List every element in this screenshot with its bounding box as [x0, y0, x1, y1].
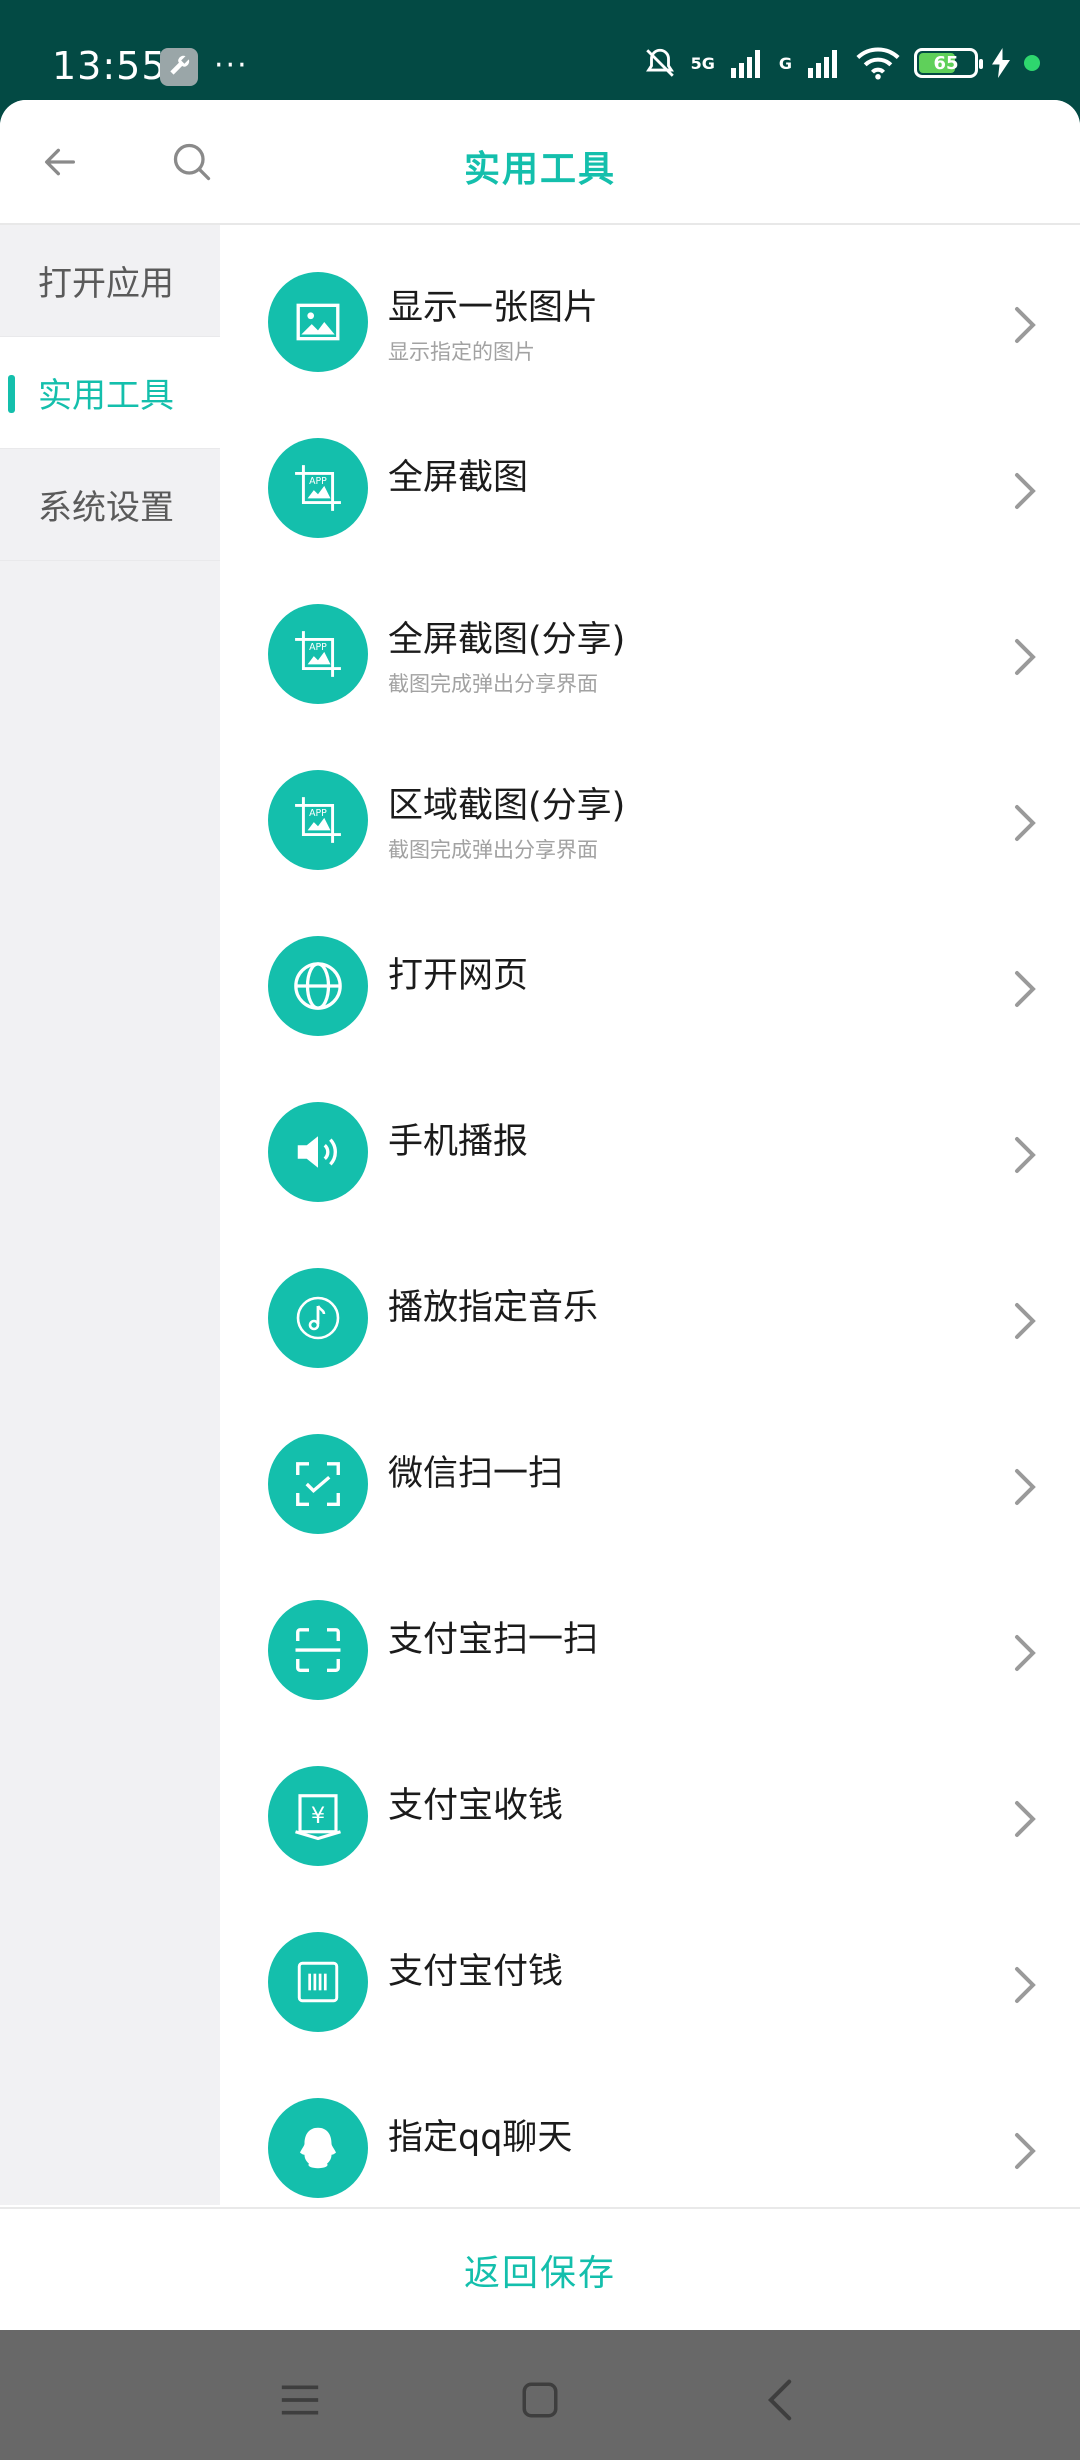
speaker-icon: [268, 1102, 368, 1202]
page-title: 实用工具: [463, 149, 616, 190]
chevron-right-icon: [1015, 1469, 1036, 1505]
screenshot-app-icon: APP: [268, 770, 368, 870]
chevron-right-icon: [1015, 1967, 1036, 2003]
network-type-label: 5G: [690, 53, 715, 73]
list-item-label: 区域截图(分享): [388, 785, 626, 826]
screenshot-app-icon: APP: [268, 604, 368, 704]
nav-home-button[interactable]: [510, 2370, 570, 2430]
return-save-button[interactable]: 返回保存: [464, 2244, 616, 2296]
chevron-right-icon: [1015, 1137, 1036, 1173]
sidebar-item-label: 实用工具: [38, 376, 174, 416]
sidebar-item-system-settings[interactable]: 系统设置: [0, 449, 220, 561]
chevron-right-icon: [1015, 2133, 1036, 2169]
signal-icon-2: [808, 50, 837, 78]
chevron-right-icon: [1015, 805, 1036, 841]
list-item-open-webpage[interactable]: 打开网页: [220, 889, 1080, 1055]
list-item-subtitle: 截图完成弹出分享界面: [388, 671, 598, 696]
chevron-right-icon: [1015, 1801, 1036, 1837]
status-time: 13:55: [52, 44, 167, 88]
svg-text:APP: APP: [309, 642, 327, 653]
list-item-play-music[interactable]: 播放指定音乐: [220, 1221, 1080, 1387]
qq-penguin-icon: [268, 2098, 368, 2198]
chevron-right-icon: [1015, 473, 1036, 509]
barcode-icon: [268, 1932, 368, 2032]
list-item-label: 打开网页: [388, 955, 529, 996]
list-item-label: 全屏截图(分享): [388, 619, 626, 660]
sidebar-item-label: 系统设置: [38, 488, 174, 528]
list-item-label: 支付宝付钱: [388, 1951, 564, 1992]
sidebar-item-utilities[interactable]: 实用工具: [0, 337, 220, 449]
back-chevron-icon: [767, 2379, 792, 2421]
privacy-indicator-dot: [1024, 55, 1040, 71]
more-notifications-icon: ···: [214, 48, 249, 83]
main-card: 实用工具 打开应用 实用工具 系统设置 显示一张图片 显示指定的图片 APP 全…: [0, 100, 1080, 2330]
chevron-right-icon: [1015, 1303, 1036, 1339]
chevron-right-icon: [1015, 307, 1036, 343]
sidebar-item-label: 打开应用: [38, 264, 174, 304]
system-nav-bar: [0, 2330, 1080, 2460]
tool-list: 显示一张图片 显示指定的图片 APP 全屏截图 APP 全屏截图(分享) 截图完…: [220, 225, 1080, 2207]
list-item-label: 全屏截图: [388, 457, 529, 498]
list-item-region-screenshot-share[interactable]: APP 区域截图(分享) 截图完成弹出分享界面: [220, 723, 1080, 889]
music-note-icon: [268, 1268, 368, 1368]
wrench-icon: [160, 48, 198, 86]
nav-menu-button[interactable]: [270, 2370, 330, 2430]
list-item-fullscreen-screenshot-share[interactable]: APP 全屏截图(分享) 截图完成弹出分享界面: [220, 557, 1080, 723]
list-item-label: 支付宝收钱: [388, 1785, 564, 1826]
list-item-subtitle: 截图完成弹出分享界面: [388, 837, 598, 862]
scan-icon: [268, 1600, 368, 1700]
menu-icon: [281, 2385, 319, 2415]
list-item-label: 播放指定音乐: [388, 1287, 599, 1328]
list-item-subtitle: 显示指定的图片: [388, 339, 535, 364]
svg-text:APP: APP: [309, 808, 327, 819]
bottom-bar: 返回保存: [0, 2207, 1080, 2330]
globe-icon: [268, 936, 368, 1036]
status-bar: 13:55 ··· 5G G 65: [0, 0, 1080, 100]
network-type-label-2: G: [778, 53, 792, 73]
nav-back-button[interactable]: [750, 2370, 810, 2430]
wifi-icon: [856, 47, 900, 80]
list-item-alipay-receive[interactable]: ¥ 支付宝收钱: [220, 1719, 1080, 1885]
yuan-receive-icon: ¥: [268, 1766, 368, 1866]
scan-check-icon: [268, 1434, 368, 1534]
home-square-icon: [522, 2382, 558, 2418]
list-item-wechat-scan[interactable]: 微信扫一扫: [220, 1387, 1080, 1553]
signal-icon: [730, 50, 760, 78]
list-item-alipay-scan[interactable]: 支付宝扫一扫: [220, 1553, 1080, 1719]
list-item-label: 显示一张图片: [388, 287, 599, 328]
list-item-qq-chat[interactable]: 指定qq聊天: [220, 2051, 1080, 2207]
chevron-right-icon: [1015, 1635, 1036, 1671]
list-item-label: 手机播报: [388, 1121, 529, 1162]
screenshot-app-icon: APP: [268, 438, 368, 538]
list-item-alipay-pay[interactable]: 支付宝付钱: [220, 1885, 1080, 2051]
list-item-show-image[interactable]: 显示一张图片 显示指定的图片: [220, 225, 1080, 391]
list-item-fullscreen-screenshot[interactable]: APP 全屏截图: [220, 391, 1080, 557]
chevron-right-icon: [1015, 971, 1036, 1007]
battery-icon: 65: [914, 48, 983, 78]
list-item-phone-broadcast[interactable]: 手机播报: [220, 1055, 1080, 1221]
charging-icon: [992, 48, 1010, 78]
chevron-right-icon: [1015, 639, 1036, 675]
list-item-label: 微信扫一扫: [388, 1453, 564, 1494]
top-app-bar: 实用工具: [0, 100, 1080, 225]
svg-text:¥: ¥: [311, 1803, 325, 1829]
mute-bell-icon: [645, 48, 674, 77]
list-item-label: 指定qq聊天: [388, 2117, 573, 2158]
category-sidebar: 打开应用 实用工具 系统设置: [0, 225, 220, 2205]
sidebar-item-open-app[interactable]: 打开应用: [0, 225, 220, 337]
image-icon: [268, 272, 368, 372]
list-item-label: 支付宝扫一扫: [388, 1619, 599, 1660]
svg-text:APP: APP: [309, 476, 327, 487]
